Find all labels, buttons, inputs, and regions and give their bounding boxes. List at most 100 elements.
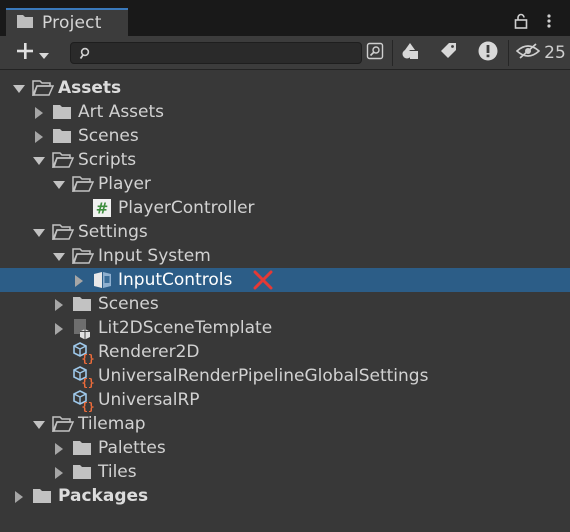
- folder-icon: [32, 486, 52, 506]
- add-icon: [15, 41, 35, 65]
- folder-icon: [72, 462, 92, 482]
- toolbar-separator: [392, 40, 393, 66]
- tab-actions: [514, 10, 570, 36]
- tree-item-tilemap[interactable]: Tilemap: [0, 412, 570, 436]
- expanded-arrow-icon[interactable]: [32, 153, 46, 167]
- collapsed-arrow-icon[interactable]: [52, 441, 66, 455]
- tab-title: Project: [42, 13, 102, 33]
- tree-item-playercontroller[interactable]: # PlayerController: [0, 196, 570, 220]
- tree-item-renderer2d[interactable]: {} Renderer2D: [0, 340, 570, 365]
- tree-item-label: Settings: [78, 222, 148, 242]
- open-folder-icon: [51, 150, 75, 170]
- input-actions-icon: [92, 270, 112, 290]
- tree-item-scripts[interactable]: Scripts: [0, 148, 570, 172]
- collapsed-arrow-icon[interactable]: [72, 273, 86, 287]
- tab-bar: Project: [0, 0, 570, 36]
- label-filter-icon: [440, 42, 458, 64]
- tab-project[interactable]: Project: [6, 8, 128, 36]
- tree-item-label: Tiles: [98, 462, 137, 482]
- collapsed-arrow-icon[interactable]: [32, 105, 46, 119]
- tree-item-label: Palettes: [98, 438, 166, 458]
- hidden-packages-count: 25: [544, 43, 566, 63]
- svg-text:{}: {}: [81, 376, 94, 388]
- tree-item-label: InputControls: [118, 270, 233, 290]
- create-button[interactable]: [6, 39, 58, 67]
- dropdown-caret-icon: [39, 44, 49, 63]
- folder-icon: [72, 294, 92, 314]
- tree-item-label: UniversalRP: [98, 390, 200, 410]
- search-input[interactable]: [97, 43, 357, 63]
- tree-item-universalrp[interactable]: {} UniversalRP: [0, 388, 570, 413]
- expanded-arrow-icon[interactable]: [12, 81, 26, 95]
- open-folder-icon: [31, 78, 55, 98]
- scene-search-icon: [366, 42, 384, 64]
- open-folder-icon: [51, 222, 75, 242]
- tree-item-packages[interactable]: Packages: [0, 484, 570, 508]
- csharp-script-icon: #: [92, 198, 112, 218]
- tree-item-inputcontrols[interactable]: InputControls: [0, 268, 570, 292]
- error-filter-button[interactable]: [474, 40, 502, 66]
- project-tree: Assets Art Assets Scenes Scripts Player # Play…: [0, 76, 570, 508]
- svg-text:#: #: [96, 200, 109, 218]
- hidden-packages-icon: [515, 43, 541, 63]
- tree-item-assets[interactable]: Assets: [0, 76, 570, 100]
- expanded-arrow-icon[interactable]: [32, 417, 46, 431]
- open-folder-icon: [51, 414, 75, 434]
- collapsed-arrow-icon[interactable]: [12, 489, 26, 503]
- hidden-packages-button[interactable]: 25: [514, 40, 568, 66]
- collapsed-arrow-icon[interactable]: [52, 321, 66, 335]
- open-folder-icon: [71, 246, 95, 266]
- red-x-icon: [252, 268, 274, 292]
- scene-template-icon: [72, 318, 92, 340]
- tree-item-label: Assets: [58, 78, 122, 98]
- tree-item-label: Scripts: [78, 150, 137, 170]
- tree-item-settings[interactable]: Settings: [0, 220, 570, 244]
- svg-text:{}: {}: [81, 352, 94, 364]
- tree-item-universalrenderpipelineglobalsettings[interactable]: {} UniversalRenderPipelineGlobalSettings: [0, 364, 570, 389]
- open-folder-icon: [71, 174, 95, 194]
- tree-item-label: PlayerController: [118, 198, 255, 218]
- scriptable-object-icon: {}: [72, 342, 95, 365]
- tree-item-scenes[interactable]: Scenes: [0, 292, 570, 316]
- error-filter-icon: [477, 40, 499, 66]
- toolbar: 25: [0, 36, 570, 70]
- expanded-arrow-icon[interactable]: [32, 225, 46, 239]
- tree-item-input-system[interactable]: Input System: [0, 244, 570, 268]
- tree-item-label: Scenes: [78, 126, 139, 146]
- tree-item-label: Packages: [58, 486, 149, 506]
- search-by-type-button[interactable]: [398, 40, 424, 66]
- tree-item-label: Lit2DSceneTemplate: [98, 318, 273, 338]
- tree-item-label: Scenes: [98, 294, 159, 314]
- folder-icon: [16, 13, 34, 33]
- expanded-arrow-icon[interactable]: [52, 249, 66, 263]
- collapsed-arrow-icon[interactable]: [32, 129, 46, 143]
- project-window: Project 25 Assets Art Assets Scenes Scri…: [0, 0, 570, 532]
- tree-item-tiles[interactable]: Tiles: [0, 460, 570, 484]
- collapsed-arrow-icon[interactable]: [52, 297, 66, 311]
- tree-item-label: Input System: [98, 246, 211, 266]
- expanded-arrow-icon[interactable]: [52, 177, 66, 191]
- folder-icon: [52, 126, 72, 146]
- tree-item-label: Tilemap: [78, 414, 146, 434]
- search-field[interactable]: [70, 42, 362, 64]
- folder-icon: [72, 438, 92, 458]
- scriptable-object-icon: {}: [72, 390, 95, 413]
- tree-item-art-assets[interactable]: Art Assets: [0, 100, 570, 124]
- tree-item-label: Player: [98, 174, 151, 194]
- svg-text:{}: {}: [81, 400, 94, 412]
- tree-item-lit2dscenetemplate[interactable]: Lit2DSceneTemplate: [0, 316, 570, 340]
- search-by-label-button[interactable]: [436, 40, 462, 66]
- lock-icon[interactable]: [514, 13, 528, 33]
- search-icon: [79, 46, 91, 65]
- toolbar-separator: [508, 40, 509, 66]
- search-by-scene-button[interactable]: [364, 40, 386, 66]
- tree-item-player[interactable]: Player: [0, 172, 570, 196]
- scriptable-object-icon: {}: [72, 366, 95, 389]
- collapsed-arrow-icon[interactable]: [52, 465, 66, 479]
- more-vert-icon[interactable]: [546, 13, 552, 33]
- tree-item-label: Art Assets: [78, 102, 165, 122]
- tree-item-scenes[interactable]: Scenes: [0, 124, 570, 148]
- tree-item-palettes[interactable]: Palettes: [0, 436, 570, 460]
- tree-item-label: UniversalRenderPipelineGlobalSettings: [98, 366, 429, 386]
- tree-item-label: Renderer2D: [98, 342, 200, 362]
